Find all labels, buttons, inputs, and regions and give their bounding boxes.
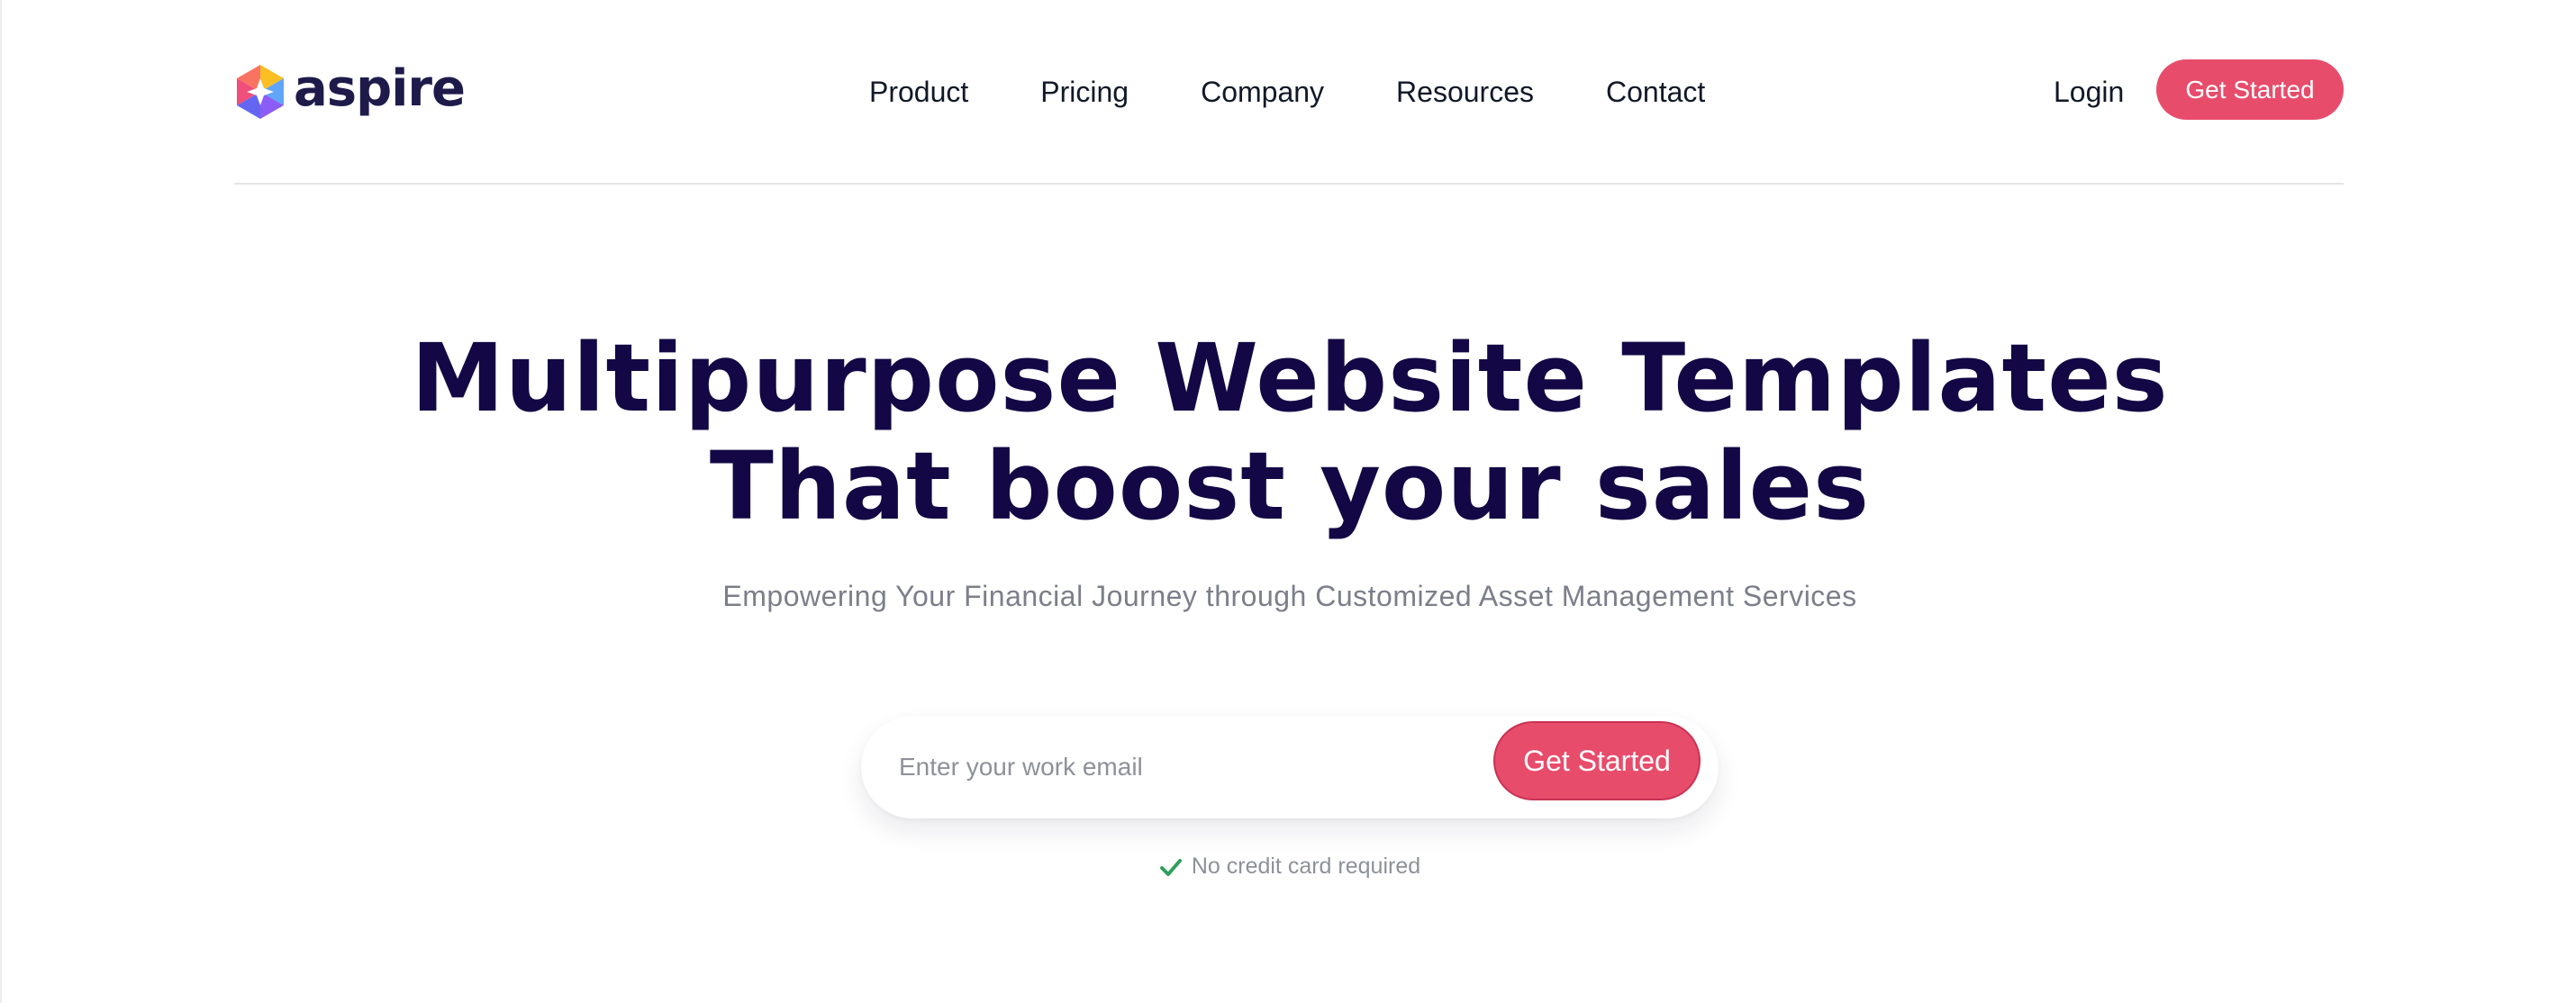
main-nav: Product Pricing Company Resources Contac…	[869, 70, 1705, 113]
hero-title-line-2: That boost your sales	[709, 431, 1871, 541]
no-credit-card-note: No credit card required	[2, 854, 2576, 880]
login-link[interactable]: Login	[2054, 70, 2124, 113]
logo[interactable]: aspire	[234, 59, 466, 121]
email-signup-form: Get Started	[861, 716, 1719, 818]
nav-contact[interactable]: Contact	[1606, 76, 1705, 109]
nav-company[interactable]: Company	[1201, 76, 1324, 109]
hero-title: Multipurpose Website Templates That boos…	[2, 324, 2576, 540]
work-email-input[interactable]	[897, 741, 1441, 793]
check-icon	[1159, 858, 1182, 876]
note-text: No credit card required	[1191, 854, 1421, 879]
header-get-started-button[interactable]: Get Started	[2156, 59, 2344, 120]
logo-icon	[237, 65, 284, 119]
hero-subtitle: Empowering Your Financial Journey throug…	[722, 580, 1857, 612]
nav-product[interactable]: Product	[869, 76, 968, 109]
hero-title-line-1: Multipurpose Website Templates	[411, 323, 2169, 433]
nav-pricing[interactable]: Pricing	[1040, 76, 1129, 109]
nav-resources[interactable]: Resources	[1396, 76, 1534, 109]
page: aspire Product Pricing Company Resources…	[0, 0, 2576, 1003]
hero-get-started-button[interactable]: Get Started	[1493, 721, 1701, 800]
site-header: aspire Product Pricing Company Resources…	[234, 0, 2344, 185]
logo-wordmark: aspire	[294, 59, 466, 118]
